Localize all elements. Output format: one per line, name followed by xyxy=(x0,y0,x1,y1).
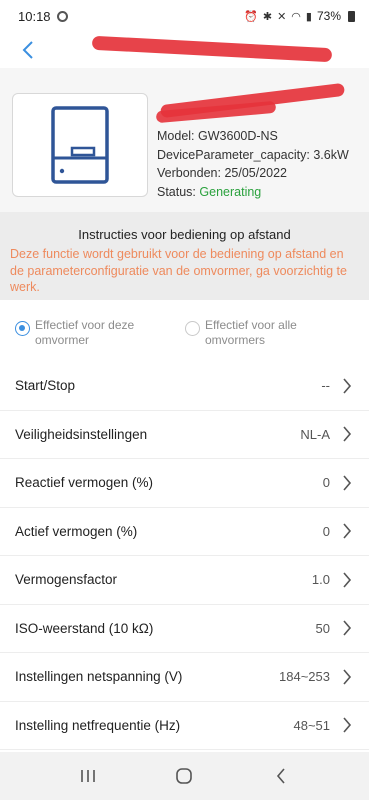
status-row: Status: Generating xyxy=(157,183,349,202)
connected-label: Verbonden: xyxy=(157,166,221,180)
setting-value: 1.0 xyxy=(311,572,330,588)
chevron-right-icon xyxy=(342,426,352,442)
signal-icon: ▮ xyxy=(305,10,312,23)
chevron-right-icon xyxy=(342,523,352,539)
connected-value: 25/05/2022 xyxy=(224,166,287,180)
setting-value: 184~253 xyxy=(279,669,330,685)
mute-icon: ✕ xyxy=(277,10,287,23)
model-row: Model: GW3600D-NS xyxy=(157,127,349,146)
setting-value: 48~51 xyxy=(293,717,330,733)
setting-start-stop[interactable]: Start/Stop -- xyxy=(0,362,369,411)
setting-value: -- xyxy=(321,378,330,394)
recent-apps-icon xyxy=(81,770,95,782)
setting-grid-voltage[interactable]: Instellingen netspanning (V) 184~253 xyxy=(0,653,369,702)
setting-label: Instelling netfrequentie (Hz) xyxy=(15,717,181,733)
setting-iso-resistance[interactable]: ISO-weerstand (10 kΩ) 50 xyxy=(0,605,369,653)
model-value: GW3600D-NS xyxy=(198,129,278,143)
settings-list: Start/Stop -- Veiligheidsinstellingen NL… xyxy=(0,362,369,750)
scope-option-label: Effectief voor alle omvormers xyxy=(205,318,297,347)
clock: 10:18 xyxy=(18,8,51,24)
setting-safety[interactable]: Veiligheidsinstellingen NL-A xyxy=(0,411,369,459)
chevron-right-icon xyxy=(342,717,352,733)
setting-label: Veiligheidsinstellingen xyxy=(15,426,148,442)
scope-option-label: Effectief voor deze omvormer xyxy=(35,318,135,347)
radio-unselected[interactable] xyxy=(185,321,200,336)
capacity-label: DeviceParameter_capacity: xyxy=(157,147,310,162)
back-arrow-icon xyxy=(276,768,285,784)
setting-label: Start/Stop xyxy=(15,378,76,394)
capacity-value: 3.6kW xyxy=(313,147,349,162)
setting-active-power[interactable]: Actief vermogen (%) 0 xyxy=(0,508,369,556)
status-value: Generating xyxy=(199,184,262,199)
home-button[interactable] xyxy=(164,756,204,796)
status-icons: ⏰ ✱ ✕ ◠ ▮ 73% xyxy=(244,9,355,23)
status-bar: 10:18 ⏰ ✱ ✕ ◠ ▮ 73% xyxy=(0,0,369,32)
radio-selected[interactable] xyxy=(15,321,30,336)
system-back-button[interactable] xyxy=(261,756,301,796)
inverter-image xyxy=(12,93,148,197)
connected-row: Verbonden: 25/05/2022 xyxy=(157,164,349,183)
chevron-right-icon xyxy=(342,572,352,588)
capacity-row: DeviceParameter_capacity: 3.6kW xyxy=(157,146,349,165)
recent-apps-button[interactable] xyxy=(68,756,108,796)
setting-label: Reactief vermogen (%) xyxy=(15,475,154,491)
setting-label: Actief vermogen (%) xyxy=(15,523,138,539)
chrome-notification-icon xyxy=(56,10,68,22)
system-navigation-bar xyxy=(0,752,369,800)
setting-value: 0 xyxy=(322,475,330,491)
chevron-left-icon xyxy=(22,41,33,59)
setting-grid-frequency[interactable]: Instelling netfrequentie (Hz) 48~51 xyxy=(0,702,369,750)
battery-icon xyxy=(348,10,355,22)
setting-value: 0 xyxy=(322,523,330,539)
model-label: Model: xyxy=(157,129,195,143)
alarm-icon: ⏰ xyxy=(244,10,258,23)
redacted-title xyxy=(91,35,333,63)
setting-power-factor[interactable]: Vermogensfactor 1.0 xyxy=(0,556,369,605)
chevron-right-icon xyxy=(342,669,352,685)
setting-label: Vermogensfactor xyxy=(15,572,118,588)
battery-percentage: 73% xyxy=(316,9,341,23)
scope-option-this-inverter[interactable]: Effectief voor deze omvormer xyxy=(15,318,170,348)
chevron-right-icon xyxy=(342,475,352,491)
device-details: Model: GW3600D-NS DeviceParameter_capaci… xyxy=(157,127,349,201)
home-icon xyxy=(176,768,193,784)
setting-reactive-power[interactable]: Reactief vermogen (%) 0 xyxy=(0,459,369,508)
setting-value: NL-A xyxy=(300,426,330,442)
inverter-icon xyxy=(51,106,109,184)
scope-option-all-inverters[interactable]: Effectief voor alle omvormers xyxy=(185,318,340,348)
app-header xyxy=(0,32,369,68)
notice-title: Instructies voor bediening op afstand xyxy=(78,227,291,242)
bluetooth-icon: ✱ xyxy=(262,10,273,23)
remote-control-notice: Instructies voor bediening op afstand De… xyxy=(0,212,369,300)
status-label: Status: xyxy=(157,184,196,199)
setting-value: 50 xyxy=(315,620,330,636)
chevron-right-icon xyxy=(342,620,352,636)
back-button[interactable] xyxy=(10,32,46,68)
notice-warning-text: Deze functie wordt gebruikt voor de bedi… xyxy=(10,247,347,294)
setting-label: ISO-weerstand (10 kΩ) xyxy=(15,620,154,636)
device-info-panel: Model: GW3600D-NS DeviceParameter_capaci… xyxy=(0,68,369,212)
scope-selector: Effectief voor deze omvormer Effectief v… xyxy=(0,300,369,360)
setting-label: Instellingen netspanning (V) xyxy=(15,669,183,685)
wifi-icon: ◠ xyxy=(291,10,301,23)
chevron-right-icon xyxy=(342,378,352,394)
